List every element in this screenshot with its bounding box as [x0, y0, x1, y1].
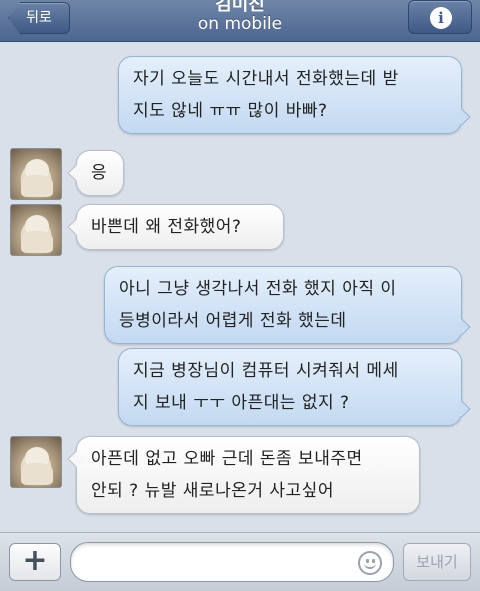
- avatar[interactable]: [10, 148, 62, 200]
- message-line: 등병이라서 어렵게 전화 했는데: [119, 311, 347, 331]
- message-line: 아니 그냥 생각나서 전화 했지 아직 이: [119, 279, 397, 299]
- message-line: 안되 ? 뉴발 새로나온거 사고싶어: [91, 481, 334, 501]
- bubble-tail: [453, 318, 471, 336]
- message-list: 자기 오늘도 시간내서 전화했는데 받 지도 않네 ㅠㅠ 많이 바빠? 응 바쁜…: [0, 42, 480, 532]
- avatar[interactable]: [10, 436, 62, 488]
- message-input[interactable]: [70, 542, 394, 582]
- incoming-message[interactable]: 응: [67, 150, 124, 196]
- avatar[interactable]: [10, 204, 62, 256]
- message-line: 바쁜데 왜 전화했어?: [91, 217, 242, 237]
- incoming-message[interactable]: 바쁜데 왜 전화했어?: [67, 204, 284, 250]
- bubble-tail: [453, 108, 471, 126]
- bubble-tail: [453, 400, 471, 418]
- bubble-tail: [67, 218, 85, 236]
- outgoing-message[interactable]: 지금 병장님이 컴퓨터 시켜줘서 메세 지 보내 ㅜㅜ 아픈대는 없지 ?: [118, 348, 471, 426]
- incoming-message[interactable]: 아픈데 없고 오빠 근데 돈좀 보내주면 안되 ? 뉴발 새로나온거 사고싶어: [67, 436, 420, 514]
- outgoing-message[interactable]: 아니 그냥 생각나서 전화 했지 아직 이 등병이라서 어렵게 전화 했는데: [104, 266, 471, 344]
- message-line: 지 보내 ㅜㅜ 아픈대는 없지 ?: [133, 393, 350, 413]
- attach-button[interactable]: +: [9, 543, 61, 581]
- info-button[interactable]: i: [408, 0, 472, 34]
- message-line: 자기 오늘도 시간내서 전화했는데 받: [133, 69, 399, 89]
- message-line: 응: [91, 163, 108, 183]
- info-icon: i: [430, 7, 452, 29]
- message-line: 지도 않네 ㅠㅠ 많이 바빠?: [133, 101, 328, 121]
- compose-bar: + 보내기: [0, 532, 480, 591]
- nav-bar: 뒤로 김미진 on mobile i: [0, 0, 480, 42]
- message-line: 지금 병장님이 컴퓨터 시켜줘서 메세: [133, 361, 399, 381]
- send-button[interactable]: 보내기: [403, 543, 471, 581]
- bubble-tail: [67, 450, 85, 468]
- outgoing-message[interactable]: 자기 오늘도 시간내서 전화했는데 받 지도 않네 ㅠㅠ 많이 바빠?: [118, 56, 471, 134]
- message-line: 아픈데 없고 오빠 근데 돈좀 보내주면: [91, 449, 363, 469]
- bubble-tail: [67, 164, 85, 182]
- smiley-icon[interactable]: [358, 551, 382, 575]
